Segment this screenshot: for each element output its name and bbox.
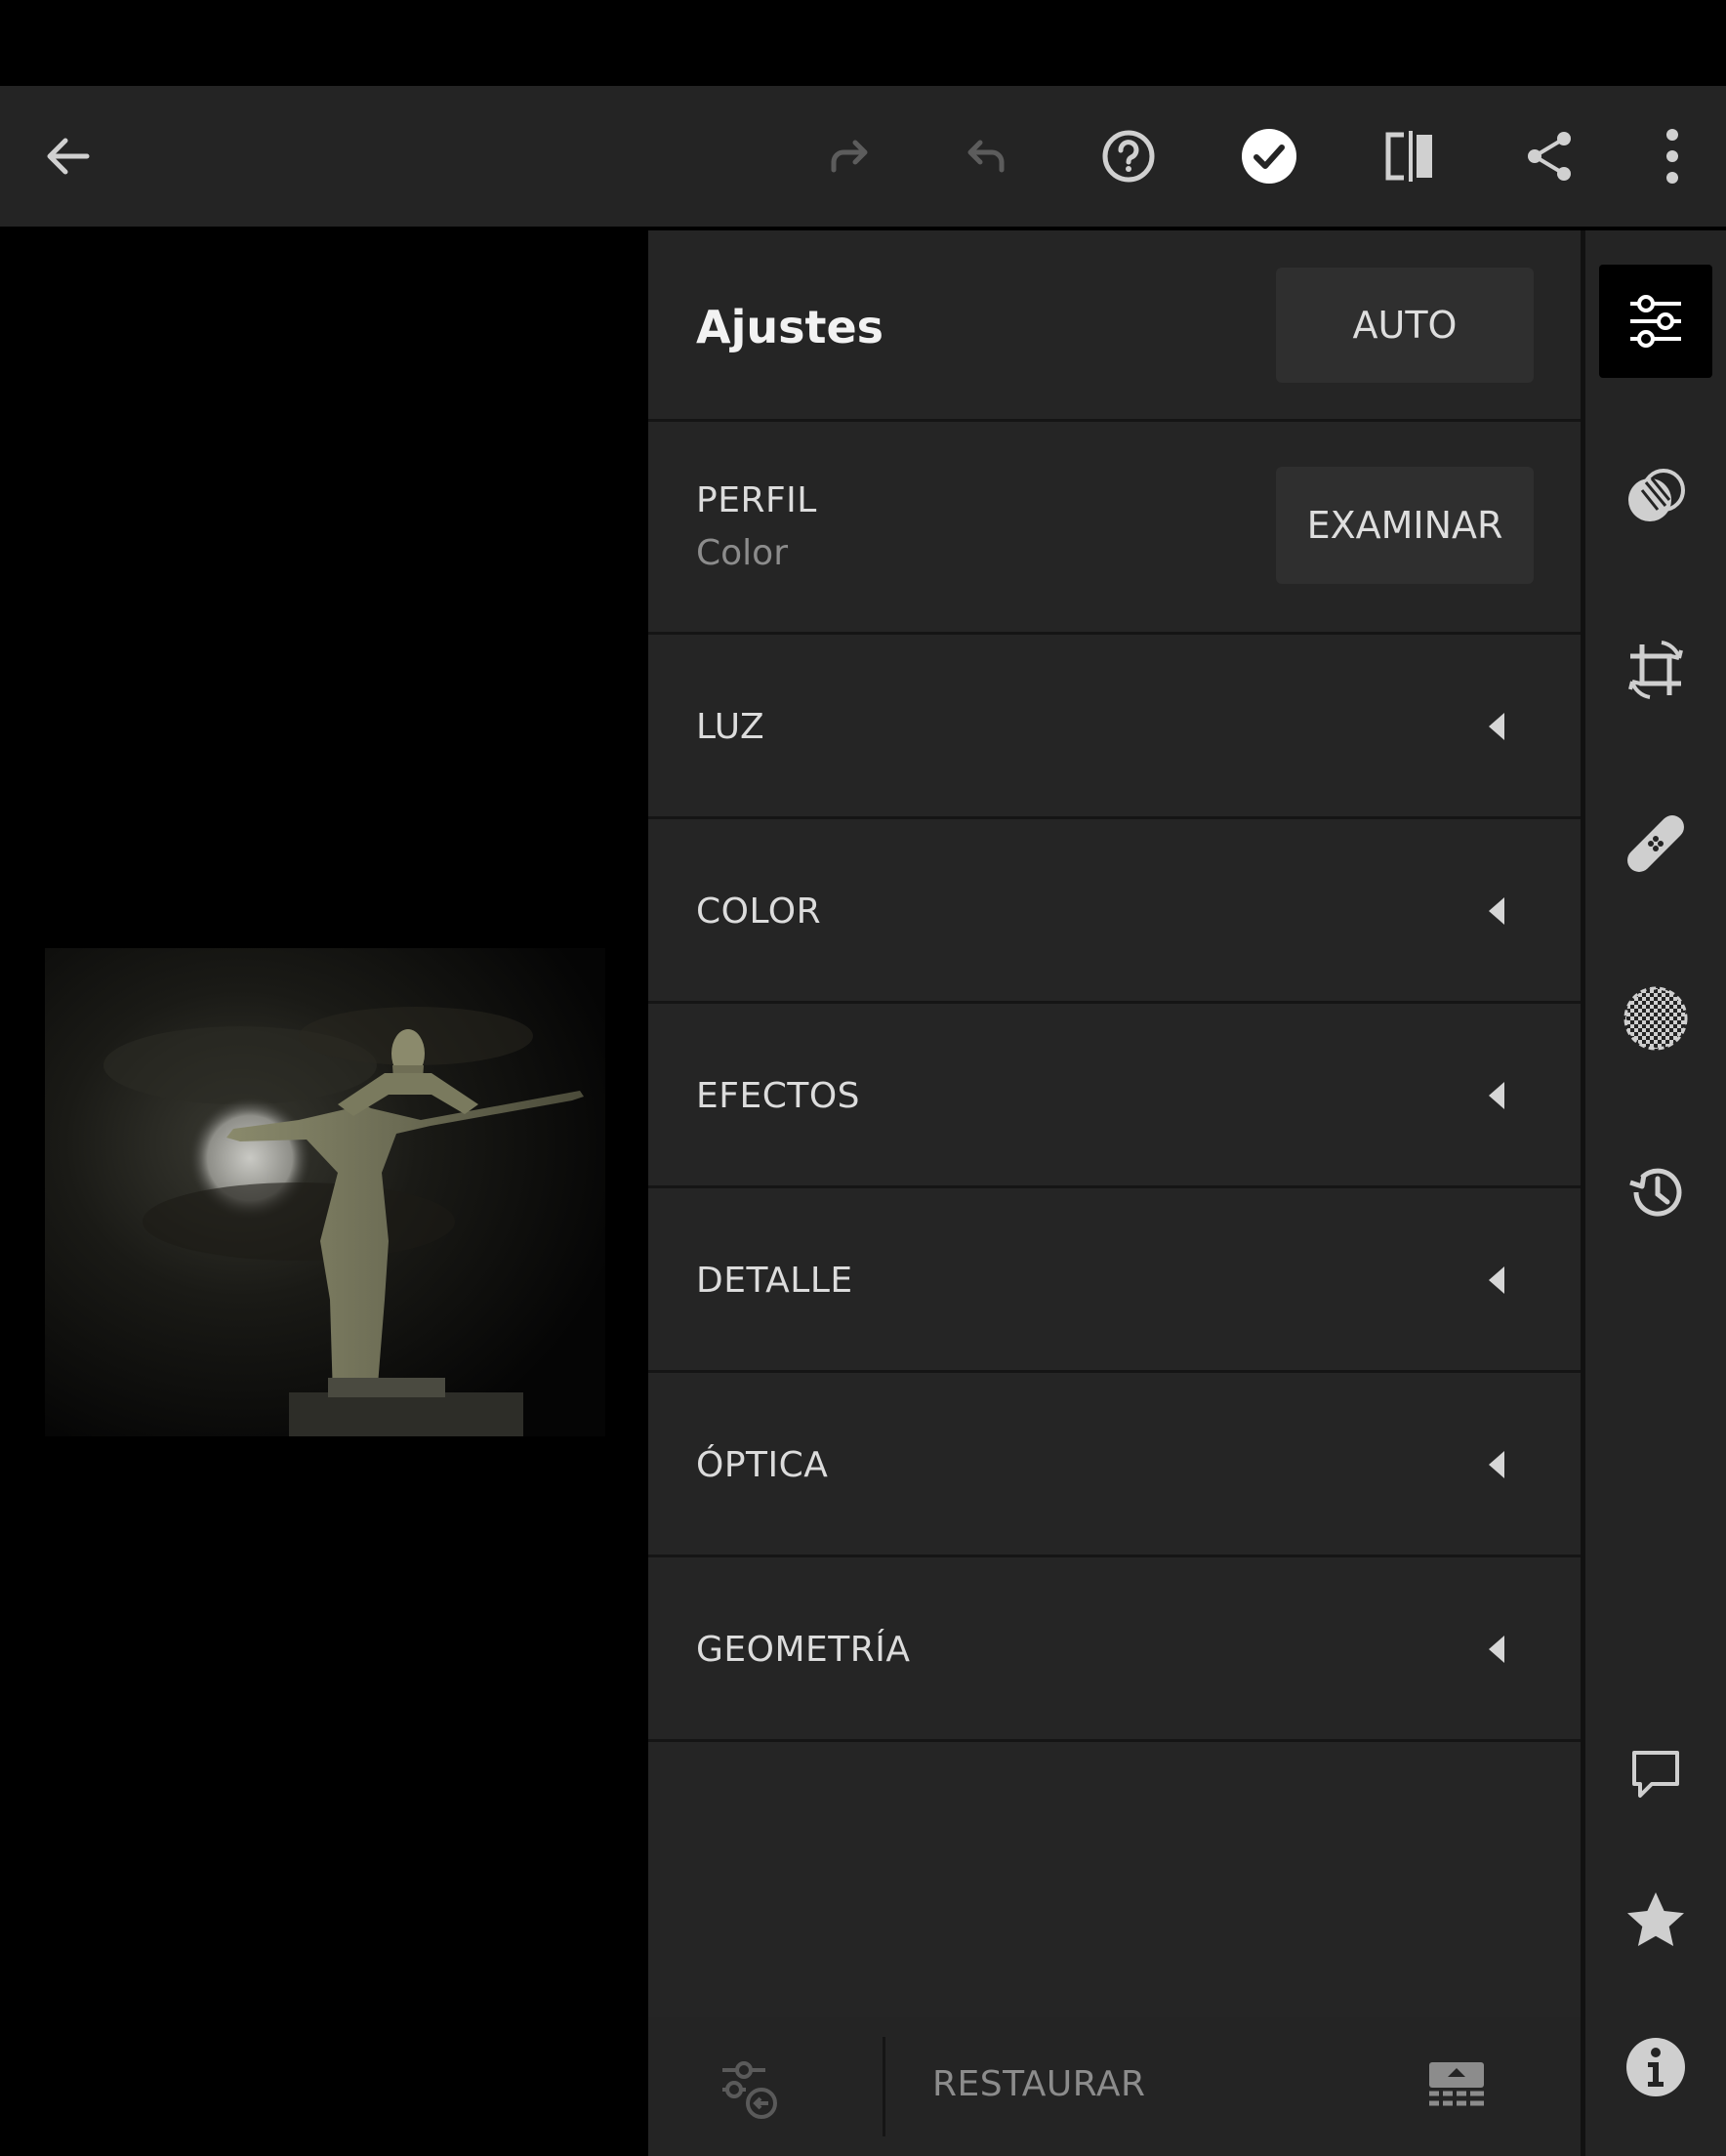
- section-label: LUZ: [696, 707, 765, 747]
- share-icon[interactable]: [1506, 86, 1594, 227]
- caret-left-icon: [1489, 1636, 1504, 1663]
- section-geometria[interactable]: GEOMETRÍA: [648, 1557, 1581, 1742]
- caret-left-icon: [1489, 1082, 1504, 1109]
- auto-button[interactable]: AUTO: [1276, 268, 1534, 383]
- section-label: EFECTOS: [696, 1076, 861, 1116]
- caret-left-icon: [1489, 897, 1504, 925]
- help-icon[interactable]: [1085, 86, 1172, 227]
- comment-icon[interactable]: [1599, 1718, 1712, 1831]
- caret-left-icon: [1489, 713, 1504, 740]
- selective-icon[interactable]: [1599, 439, 1712, 553]
- photo-canvas[interactable]: [0, 227, 648, 2156]
- section-optica[interactable]: ÓPTICA: [648, 1373, 1581, 1557]
- section-efectos[interactable]: EFECTOS: [648, 1004, 1581, 1188]
- bottom-bar-divider: [883, 2037, 885, 2136]
- undo-icon[interactable]: [944, 86, 1032, 227]
- sliders-icon[interactable]: [1599, 265, 1712, 378]
- more-vertical-icon[interactable]: [1628, 86, 1716, 227]
- section-color[interactable]: COLOR: [648, 819, 1581, 1004]
- section-label: COLOR: [696, 891, 822, 932]
- profile-heading: PERFIL: [696, 480, 817, 520]
- caret-left-icon: [1489, 1266, 1504, 1294]
- status-bar: [0, 0, 1726, 86]
- copy-settings-icon[interactable]: [1425, 2060, 1488, 2109]
- masking-icon[interactable]: [1599, 962, 1712, 1075]
- panel-header: Ajustes AUTO: [648, 230, 1581, 422]
- panel-bottom-bar: RESTAURAR: [648, 2017, 1581, 2156]
- history-icon[interactable]: [1599, 1136, 1712, 1249]
- caret-left-icon: [1489, 1451, 1504, 1478]
- redo-icon[interactable]: [803, 86, 891, 227]
- section-detalle[interactable]: DETALLE: [648, 1188, 1581, 1373]
- done-check-icon[interactable]: [1225, 86, 1313, 227]
- back-arrow-icon[interactable]: [23, 86, 111, 227]
- section-label: DETALLE: [696, 1261, 853, 1301]
- compare-icon[interactable]: [1366, 86, 1454, 227]
- section-label: ÓPTICA: [696, 1445, 829, 1485]
- profile-row: PERFIL Color EXAMINAR: [648, 422, 1581, 635]
- section-label: GEOMETRÍA: [696, 1630, 911, 1670]
- top-toolbar: [0, 86, 1726, 227]
- section-luz[interactable]: LUZ: [648, 635, 1581, 819]
- browse-profiles-button[interactable]: EXAMINAR: [1276, 467, 1534, 584]
- presets-apply-icon[interactable]: [717, 2056, 785, 2125]
- info-icon[interactable]: [1599, 2011, 1712, 2124]
- star-icon[interactable]: [1599, 1864, 1712, 1977]
- reset-button[interactable]: RESTAURAR: [932, 2064, 1145, 2104]
- healing-icon[interactable]: [1599, 787, 1712, 900]
- panel-title: Ajustes: [696, 301, 884, 353]
- profile-value: Color: [696, 533, 788, 573]
- tool-rail: [1585, 230, 1726, 2156]
- crop-icon[interactable]: [1599, 613, 1712, 726]
- adjustments-panel: Ajustes AUTO PERFIL Color EXAMINAR LUZ C…: [648, 230, 1581, 2156]
- photo-image: [45, 948, 605, 1436]
